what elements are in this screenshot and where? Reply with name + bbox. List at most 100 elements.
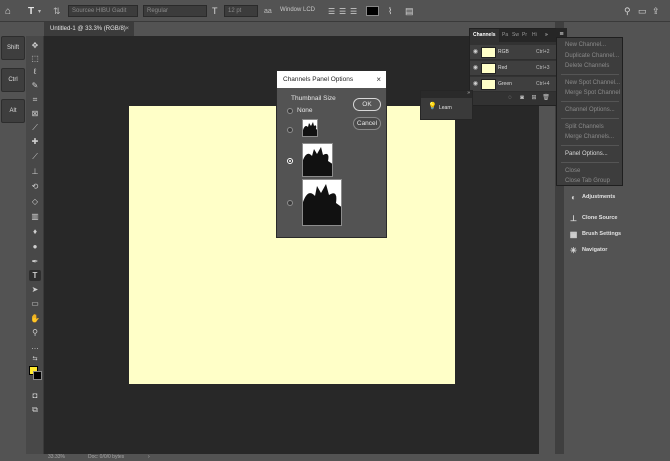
character-panel-icon[interactable]: ▤ [405,4,414,18]
load-selection-icon[interactable]: ◌ [506,94,514,102]
menu-item-merge-channels[interactable]: Merge Channels... [565,133,614,141]
collapse-icon[interactable]: » [467,90,470,96]
ctrl-key-button[interactable]: Ctrl [1,68,25,92]
antialias-select[interactable]: Window LCD [277,5,325,17]
pen-tool-icon[interactable]: ✒ [29,256,41,267]
hand-tool-icon[interactable]: ✋ [29,313,41,324]
channel-row[interactable]: ◉ Red Ctrl+3 [470,61,556,76]
new-channel-icon[interactable]: ⊞ [530,94,538,102]
panel-navigator[interactable]: ✳ Navigator [569,243,607,257]
tab-swatches[interactable]: Sw [512,29,519,42]
alt-key-button[interactable]: Alt [1,99,25,123]
font-size-select[interactable]: 12 pt [224,5,258,17]
history-brush-tool-icon[interactable]: ⟲ [29,181,41,192]
text-color-swatch[interactable] [366,6,379,16]
thumbnail-small-preview[interactable] [302,119,318,137]
menu-item-panel-options[interactable]: Panel Options... [565,150,608,158]
gradient-tool-icon[interactable]: ▥ [29,211,41,222]
menu-item-channel-options[interactable]: Channel Options... [565,106,615,114]
radio-thumbnail-none[interactable] [287,108,293,114]
adjustments-icon: ◐ [571,192,576,202]
cancel-button[interactable]: Cancel [353,117,381,130]
crop-tool-icon[interactable]: ⌗ [29,94,41,105]
menu-item-new-spot-channel[interactable]: New Spot Channel... [565,79,620,87]
align-right-icon[interactable]: ☰ [350,4,357,18]
healing-brush-tool-icon[interactable]: ✚ [29,136,41,147]
radio-thumbnail-large[interactable] [287,200,293,206]
channel-row[interactable]: ◉ Green Ctrl+4 [470,77,556,92]
panel-clone-source[interactable]: ⊥ Clone Source [569,211,617,225]
shift-key-button[interactable]: Shift [1,36,25,60]
eyedropper-tool-icon[interactable]: ⟋ [29,122,41,133]
eye-icon[interactable]: ◉ [472,61,479,76]
font-style-select[interactable]: Regular [143,5,207,17]
tab-paths[interactable]: Pa [502,29,508,42]
path-select-tool-icon[interactable]: ➤ [29,284,41,295]
tab-channels[interactable]: Channels [470,29,499,42]
learn-label[interactable]: Learn [439,105,452,111]
options-bar: ⌂ T ▾ ⇅ Sourcee HIBU Gadit Regular T 12 … [0,0,670,22]
type-tool-preset-icon[interactable]: T [28,4,34,18]
menu-item-delete-channels[interactable]: Delete Channels [565,62,609,70]
document-tab[interactable]: Untitled-1 @ 33.3% (RGB/8) × [44,22,134,36]
search-icon[interactable]: ⚲ [624,4,631,18]
dodge-tool-icon[interactable]: ● [29,241,41,252]
silhouette-small-icon [303,122,317,136]
panel-overflow-icon[interactable]: » [545,29,548,42]
ok-button[interactable]: OK [353,98,381,111]
eye-icon[interactable]: ◉ [472,45,479,60]
frame-tool-icon[interactable]: ⊠ [29,108,41,119]
zoom-tool-icon[interactable]: ⚲ [29,327,41,338]
thumbnail-large-preview[interactable] [302,179,342,226]
warp-text-icon[interactable]: ⌇ [388,4,392,18]
close-icon[interactable]: × [125,22,129,36]
brush-tool-icon[interactable]: ⟋ [29,151,41,162]
channel-name: Green [498,81,512,87]
menu-item-new-channel[interactable]: New Channel... [565,41,606,49]
swap-colors-icon[interactable]: ⇆ [29,354,41,365]
quick-mask-icon[interactable]: ◘ [29,390,41,401]
chevron-down-icon[interactable]: ▾ [38,4,41,18]
tab-history[interactable]: Hi [532,29,537,42]
trash-icon[interactable]: 🗑 [542,94,550,102]
menu-item-merge-spot-channel[interactable]: Merge Spot Channel [565,89,620,97]
home-icon[interactable]: ⌂ [5,4,11,18]
blur-tool-icon[interactable]: ♦ [29,226,41,237]
workspace-icon[interactable]: ▭ [638,4,647,18]
text-orientation-icon[interactable]: ⇅ [53,4,61,18]
tab-properties[interactable]: Pr [522,29,527,42]
more-tools-icon[interactable]: … [29,341,41,352]
menu-divider [561,162,619,163]
close-icon[interactable]: × [376,71,381,88]
share-icon[interactable]: ⇪ [652,4,660,18]
menu-item-duplicate-channel[interactable]: Duplicate Channel... [565,52,619,60]
type-tool-icon[interactable]: T [29,270,41,281]
channel-row[interactable]: ◉ RGB Ctrl+2 [470,45,556,60]
menu-item-close-tab-group[interactable]: Close Tab Group [565,177,610,185]
panel-adjustments[interactable]: ◐ Adjustments [569,190,615,204]
align-center-icon[interactable]: ☰ [339,4,346,18]
marquee-tool-icon[interactable]: ⬚ [29,53,41,64]
modifier-keys-column: Shift Ctrl Alt [0,22,26,454]
radio-thumbnail-medium[interactable] [287,158,293,164]
panel-brush-settings[interactable]: ▦ Brush Settings [569,227,621,241]
background-color-swatch[interactable] [33,371,42,380]
menu-item-split-channels[interactable]: Split Channels [565,123,604,131]
menu-item-close[interactable]: Close [565,167,580,175]
save-selection-icon[interactable]: ◙ [518,94,526,102]
chevron-right-icon[interactable]: › [148,454,150,461]
rectangle-tool-icon[interactable]: ▭ [29,298,41,309]
screen-mode-icon[interactable]: ⧉ [29,404,41,415]
quick-select-tool-icon[interactable]: ✎ [29,80,41,91]
move-tool-icon[interactable]: ✥ [29,40,41,51]
font-family-select[interactable]: Sourcee HIBU Gadit [68,5,138,17]
zoom-level[interactable]: 33.33% [48,454,65,461]
eraser-tool-icon[interactable]: ◇ [29,196,41,207]
thumbnail-medium-preview[interactable] [302,143,333,177]
align-left-icon[interactable]: ☰ [328,4,335,18]
radio-thumbnail-small[interactable] [287,127,293,133]
clone-source-icon: ⊥ [570,213,577,223]
eye-icon[interactable]: ◉ [472,77,479,92]
lasso-tool-icon[interactable]: ℓ [29,66,41,77]
clone-stamp-tool-icon[interactable]: ⊥ [29,166,41,177]
